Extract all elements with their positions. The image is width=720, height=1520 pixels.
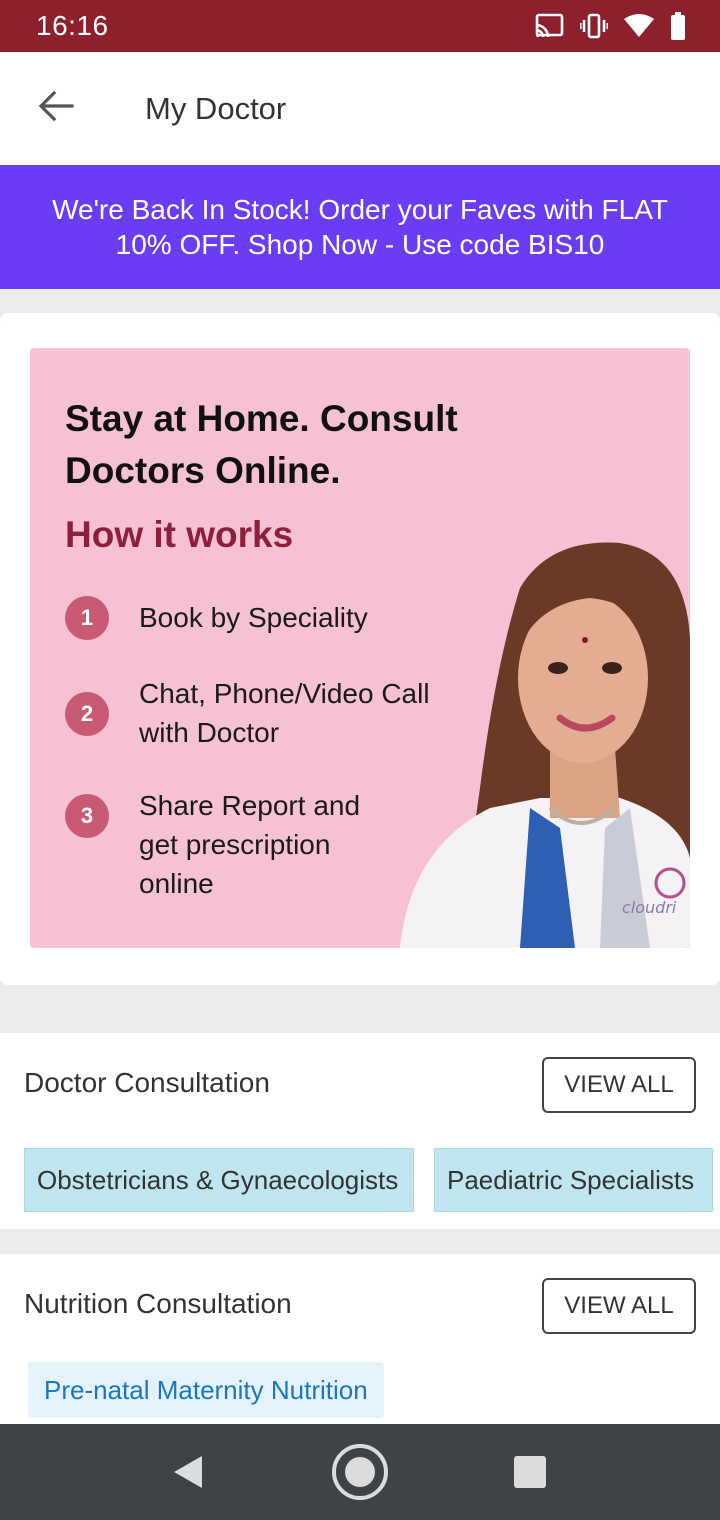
page-title: My Doctor (145, 90, 287, 126)
step-3: 3 Share Report and get prescription onli… (65, 786, 399, 903)
status-time: 16:16 (36, 10, 109, 41)
status-icons (534, 12, 686, 40)
hero-card: Stay at Home. Consult Doctors Online. Ho… (0, 313, 720, 985)
nutrition-consultation-section: Nutrition Consultation VIEW ALL Pre-nata… (0, 1254, 720, 1424)
chip-obstetricians-gynaecologists[interactable]: Obstetricians & Gynaecologists (24, 1148, 414, 1212)
view-all-doctors-button[interactable]: VIEW ALL (542, 1057, 696, 1113)
wifi-icon (624, 14, 654, 38)
arrow-back-icon (38, 90, 74, 127)
promo-text: We're Back In Stock! Order your Faves wi… (52, 194, 668, 260)
step-number: 2 (65, 692, 109, 736)
app-bar: My Doctor (0, 52, 720, 165)
doctor-consultation-section: Doctor Consultation VIEW ALL Obstetricia… (0, 1033, 720, 1229)
watermark-text: cloudri (622, 898, 677, 917)
nav-back-button[interactable] (168, 1452, 204, 1492)
status-bar: 16:16 (0, 0, 720, 52)
step-number: 3 (65, 794, 109, 838)
nav-recents-button[interactable] (512, 1454, 548, 1490)
view-all-nutrition-button[interactable]: VIEW ALL (542, 1278, 696, 1334)
promo-banner[interactable]: We're Back In Stock! Order your Faves wi… (0, 165, 720, 289)
consult-online-banner[interactable]: Stay at Home. Consult Doctors Online. Ho… (30, 348, 690, 948)
nav-home-icon (332, 1444, 388, 1500)
step-number: 1 (65, 596, 109, 640)
chip-paediatric-specialists[interactable]: Paediatric Specialists (434, 1148, 713, 1212)
hero-subheading: How it works (65, 514, 294, 555)
system-nav-bar (0, 1424, 720, 1520)
section-title: Doctor Consultation (24, 1067, 270, 1098)
step-text: Book by Speciality (139, 602, 368, 633)
back-button[interactable] (0, 52, 112, 165)
cast-icon (534, 13, 564, 39)
nav-recents-icon (514, 1456, 546, 1488)
chip-pre-natal-maternity-nutrition[interactable]: Pre-natal Maternity Nutrition (28, 1362, 384, 1418)
step-1: 1 Book by Speciality (65, 596, 368, 640)
nav-back-icon (174, 1456, 202, 1488)
nav-home-button[interactable] (330, 1442, 390, 1502)
section-title: Nutrition Consultation (24, 1288, 292, 1319)
hero-headline: Stay at Home. Consult Doctors Online. (65, 398, 458, 491)
battery-icon (670, 12, 686, 40)
vibrate-icon (580, 13, 608, 39)
step-text: Share Report and get prescription online (139, 790, 361, 899)
doctor-photo: cloudri (400, 542, 690, 948)
